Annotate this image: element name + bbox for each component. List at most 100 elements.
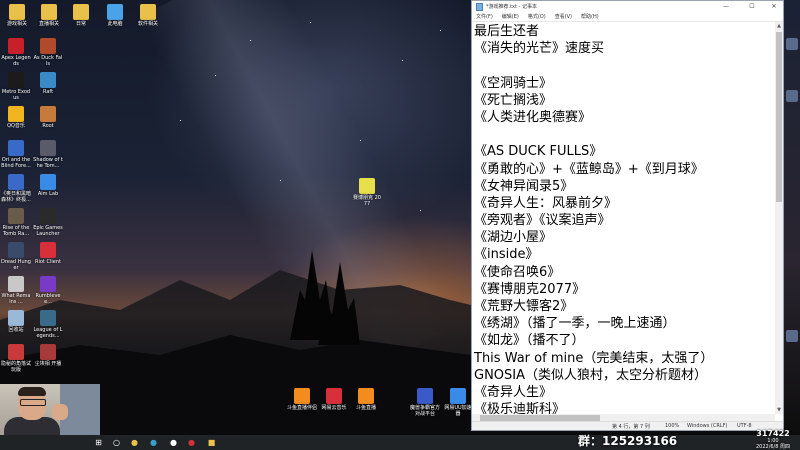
desktop-icon[interactable]: Apex Legends (1, 38, 31, 67)
desktop-icon-label: Rise of the Tomb Ra... (2, 225, 30, 237)
menu-item[interactable]: 帮助(H) (581, 13, 599, 20)
desktop-icon[interactable]: Metro Exodus (1, 72, 31, 101)
app-icon (107, 4, 123, 20)
menu-item[interactable]: 格式(O) (528, 13, 546, 20)
netease-music-icon[interactable]: ● (186, 437, 197, 448)
menu-item[interactable]: 文件(F) (476, 13, 493, 20)
desktop-icon[interactable]: Shadow of the Tom... (33, 140, 63, 169)
app-icon (8, 174, 24, 190)
menu-item[interactable]: 查看(V) (555, 13, 572, 20)
desktop-icon[interactable]: 尘埃相 开播 (33, 344, 63, 367)
app-icon (8, 344, 24, 360)
text-line: 最后生还者 (474, 24, 540, 39)
desktop-icon[interactable]: QQ音乐 (1, 106, 31, 129)
file-explorer-icon[interactable]: ■ (206, 437, 217, 448)
desktop-icon[interactable]: 软件相关 (133, 4, 163, 27)
wegame-icon[interactable]: ● (168, 437, 179, 448)
desktop-icon[interactable]: Rumblevee... (33, 276, 63, 305)
app-icon (8, 242, 24, 258)
taskbar-clock[interactable]: 317422 1:00 2022/6/8 周四 (748, 429, 798, 450)
app-icon (41, 4, 57, 20)
desktop-icon-label: 软件相关 (137, 21, 158, 27)
text-line: 《绣湖》（播了一季，一晚上速通） (474, 316, 676, 332)
app-icon (40, 174, 56, 190)
desktop-icon[interactable]: 《奥日和黑暗森林》终极... (1, 174, 31, 203)
notepad-titlebar[interactable]: *游戏推荐.txt - 记事本 — ☐ ✕ (472, 1, 783, 12)
notepad-window[interactable]: *游戏推荐.txt - 记事本 — ☐ ✕ 文件(F) 编辑(E) 格式(O) 查看(… (471, 0, 784, 431)
scroll-up-icon[interactable]: ▲ (775, 22, 783, 30)
desktop-icon-label: Ori and the Blind Fore... (1, 157, 31, 169)
desktop-icon-label: 日常 (75, 21, 86, 27)
desktop-icon[interactable]: Aim Lab (33, 174, 63, 197)
app-icon (417, 388, 433, 404)
desktop-icon-label: Metro Exodus (1, 89, 31, 101)
desktop-icon[interactable]: Root (33, 106, 63, 129)
text-line: 《赛博朋克2077》 (474, 281, 586, 297)
desktop-icon[interactable]: 隐秘的角落试玩版 (1, 344, 31, 373)
text-line: 《旁观者》《议案追声》 (474, 213, 611, 229)
zoom-level: 100% (665, 423, 680, 429)
webcam-person-glasses (20, 399, 46, 406)
desktop-icon-label: 斗鱼直播 (355, 405, 376, 411)
app-icon (40, 276, 56, 292)
desktop-icon-right[interactable] (786, 38, 798, 50)
desktop-icon[interactable]: Rise of the Tomb Ra... (1, 208, 31, 237)
scroll-down-icon[interactable]: ▼ (775, 406, 783, 414)
desktop-icon-label: 斗鱼直播伴侣 (287, 405, 318, 411)
text-line: 《勇敢的心》+《蓝鲸岛》+《到月球》 (474, 161, 704, 177)
start-icon[interactable]: ⊞ (93, 437, 104, 448)
desktop-icon[interactable]: Epic Games Launcher (33, 208, 63, 237)
desktop-icon[interactable]: 游戏相关 (2, 4, 32, 27)
minimize-button[interactable]: — (718, 1, 734, 12)
text-line: 《人类进化奥德赛》 (474, 109, 592, 125)
desktop-icon-label: Dread Hunger (1, 259, 31, 271)
desktop-icon-label: League of Legends... (33, 327, 63, 339)
desktop-icon[interactable]: 魔兽争霸官方对战平台 (410, 388, 440, 417)
desktop-icon[interactable]: 网易云音乐 (319, 388, 349, 411)
desktop-icon-label: Apex Legends (1, 55, 31, 67)
desktop-icon-right[interactable] (786, 90, 798, 102)
text-line: 《极乐迪斯科》 (474, 402, 566, 415)
app-icon (450, 388, 466, 404)
text-line: 《inside》 (474, 247, 539, 263)
desktop-icon[interactable]: 斗鱼直播伴侣 (287, 388, 317, 411)
desktop-icon[interactable]: 此电脑 (100, 4, 130, 27)
scrollbar-thumb[interactable] (776, 32, 782, 202)
desktop-icon-label: 直播相关 (38, 21, 59, 27)
desktop-icon-label: 隐秘的角落试玩版 (1, 361, 32, 373)
app-icon (8, 276, 24, 292)
qq-group-overlay: 群：125293166 (578, 434, 678, 448)
desktop-icon-label: 此电脑 (107, 21, 123, 27)
notepad-menubar: 文件(F) 编辑(E) 格式(O) 查看(V) 帮助(H) (472, 12, 783, 22)
cyberpunk-icon (359, 178, 375, 194)
desktop-icon[interactable]: Raft (33, 72, 63, 95)
desktop-icon[interactable]: League of Legends... (33, 310, 63, 339)
desktop-icon[interactable]: As Duck Falls (33, 38, 63, 67)
streamer-webcam (0, 384, 100, 435)
desktop-icon[interactable]: 日常 (66, 4, 96, 27)
text-line: 《如龙》（播不了） (474, 333, 585, 349)
desktop-icon[interactable]: What Remains ... (1, 276, 31, 305)
text-line: 《奇异人生》 (474, 384, 553, 400)
desktop-icon-cyberpunk[interactable]: 赛博朋克 2077 (352, 178, 382, 207)
desktop-icon[interactable]: 回收站 (1, 310, 31, 333)
vertical-scrollbar[interactable]: ▲ ▼ (775, 22, 783, 414)
steam-icon[interactable]: ● (148, 437, 159, 448)
desktop-icon-label: Raft (42, 89, 54, 95)
desktop-icon[interactable]: 网易UU加速器 (443, 388, 473, 417)
menu-item[interactable]: 编辑(E) (502, 13, 519, 20)
desktop-icon[interactable]: Riot Client (33, 242, 63, 265)
app-icon (294, 388, 310, 404)
desktop-icon-label: Riot Client (35, 259, 61, 265)
app-icon (9, 4, 25, 20)
desktop-icon[interactable]: 直播相关 (34, 4, 64, 27)
close-button[interactable]: ✕ (766, 1, 782, 12)
desktop-icon[interactable]: 斗鱼直播 (351, 388, 381, 411)
chrome-icon[interactable]: ● (129, 437, 140, 448)
search-icon[interactable]: ○ (111, 437, 122, 448)
desktop-icon-right[interactable] (786, 330, 798, 342)
notepad-text-area[interactable]: 最后生还者 《消失的光芒》速度买 《空洞骑士》 《死亡搁浅》 《人类进化奥德赛》 《AS … (474, 23, 774, 415)
maximize-button[interactable]: ☐ (744, 1, 760, 12)
desktop-icon[interactable]: Ori and the Blind Fore... (1, 140, 31, 169)
desktop-icon[interactable]: Dread Hunger (1, 242, 31, 271)
